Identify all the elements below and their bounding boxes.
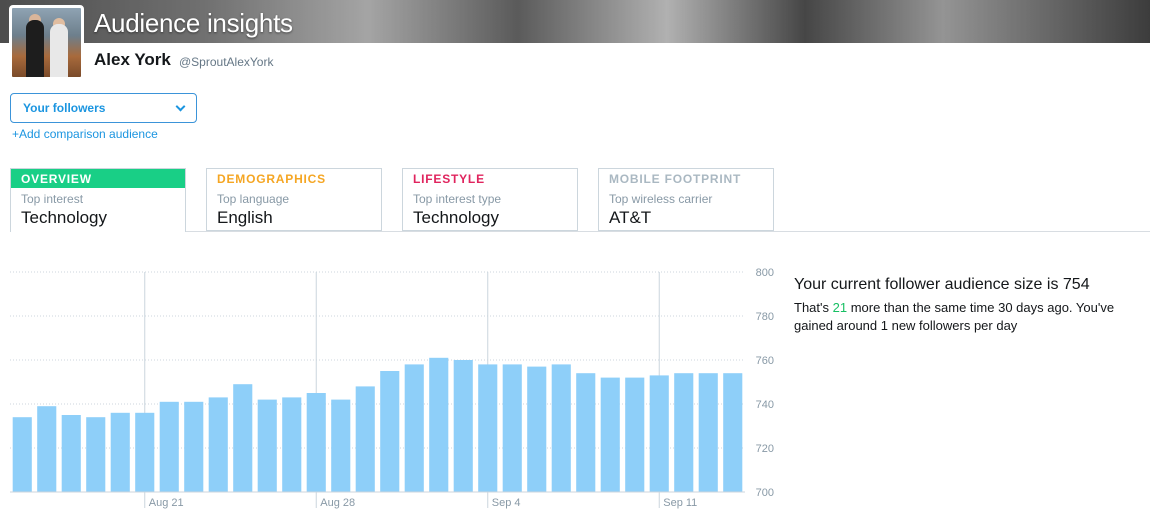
chart-bar xyxy=(110,412,130,492)
x-tick-label: Aug 21 xyxy=(149,497,184,509)
chart-bar xyxy=(86,417,106,492)
tab-overview-sublabel: Top interest xyxy=(21,192,84,206)
tab-overview[interactable]: OVERVIEW Top interest Technology xyxy=(10,168,186,232)
tab-mobile-footprint-label: MOBILE FOOTPRINT xyxy=(609,172,742,186)
tabs-divider xyxy=(186,231,1150,232)
growth-prefix: That's xyxy=(794,300,833,315)
chart-bar xyxy=(527,366,547,492)
header-banner: Audience insights xyxy=(0,0,1150,43)
chart-bar xyxy=(37,406,57,492)
tab-overview-value: Technology xyxy=(21,208,108,227)
avatar[interactable] xyxy=(9,5,84,80)
tab-lifestyle[interactable]: LIFESTYLE Top interest type Technology xyxy=(402,168,578,231)
chart-bar xyxy=(698,373,718,492)
chart-bar xyxy=(306,393,326,492)
audience-dropdown-label: Your followers xyxy=(23,101,106,115)
chart-bar xyxy=(184,401,204,492)
tab-demographics-value: English xyxy=(217,208,273,227)
chart-bar xyxy=(551,364,571,492)
tab-demographics-label: DEMOGRAPHICS xyxy=(217,172,326,186)
tab-demographics[interactable]: DEMOGRAPHICS Top language English xyxy=(206,168,382,231)
chart-bar xyxy=(478,364,498,492)
chart-bar xyxy=(576,373,596,492)
growth-delta: 21 xyxy=(832,300,848,315)
chart-bar xyxy=(233,384,253,492)
chart-bar xyxy=(282,397,302,492)
y-tick-label: 720 xyxy=(756,443,774,455)
tab-overview-label: OVERVIEW xyxy=(11,169,185,188)
y-tick-label: 740 xyxy=(756,399,774,411)
chart-bar xyxy=(135,412,155,492)
chart-bar xyxy=(625,377,645,492)
tab-mobile-footprint[interactable]: MOBILE FOOTPRINT Top wireless carrier AT… xyxy=(598,168,774,231)
y-tick-label: 780 xyxy=(756,311,774,323)
chart-bar xyxy=(331,399,351,492)
audience-size-heading: Your current follower audience size is 7… xyxy=(794,276,1090,294)
chevron-down-icon xyxy=(175,101,186,111)
chart-bar xyxy=(404,364,424,492)
x-tick-label: Aug 28 xyxy=(320,497,355,509)
chart-bar xyxy=(355,386,375,492)
chart-bar xyxy=(159,401,179,492)
chart-bar xyxy=(12,417,32,492)
chart-bar xyxy=(257,399,277,492)
page-title: Audience insights xyxy=(94,8,293,38)
chart-bar xyxy=(674,373,694,492)
audience-size-prefix: Your current follower audience size is xyxy=(794,276,1063,293)
chart-bar xyxy=(502,364,522,492)
user-name[interactable]: Alex York xyxy=(94,50,171,70)
tab-lifestyle-label: LIFESTYLE xyxy=(413,172,485,186)
x-tick-label: Sep 4 xyxy=(492,497,521,509)
y-tick-label: 800 xyxy=(756,267,774,279)
chart-bar xyxy=(429,357,449,492)
chart-bar xyxy=(600,377,620,492)
chart-bar xyxy=(61,415,81,492)
add-comparison-audience-link[interactable]: +Add comparison audience xyxy=(12,127,158,141)
tab-lifestyle-sublabel: Top interest type xyxy=(413,192,502,206)
chart-bar xyxy=(649,375,669,492)
user-handle[interactable]: @SproutAlexYork xyxy=(179,55,273,69)
avatar-figure xyxy=(50,24,68,77)
tab-mobile-footprint-value: AT&T xyxy=(609,208,652,227)
y-tick-label: 760 xyxy=(756,355,774,367)
tab-mobile-footprint-sublabel: Top wireless carrier xyxy=(609,192,713,206)
tab-lifestyle-value: Technology xyxy=(413,208,500,227)
avatar-figure xyxy=(26,20,44,77)
chart-bar xyxy=(453,360,473,492)
chart-bar xyxy=(208,397,228,492)
x-tick-label: Sep 11 xyxy=(663,497,697,509)
y-tick-label: 700 xyxy=(756,487,774,499)
audience-size-value: 754 xyxy=(1062,276,1090,293)
chart-bar xyxy=(723,373,743,492)
tab-demographics-sublabel: Top language xyxy=(217,192,290,206)
follower-bar-chart: 700 720 740 760 780 800 Aug 21 Aug 28 Sep 4 Sep 1… xyxy=(10,267,774,509)
audience-dropdown[interactable]: Your followers xyxy=(10,93,197,123)
chart-bar xyxy=(380,371,400,492)
audience-growth-text: That's 21 more than the same time 30 day… xyxy=(794,299,1150,335)
